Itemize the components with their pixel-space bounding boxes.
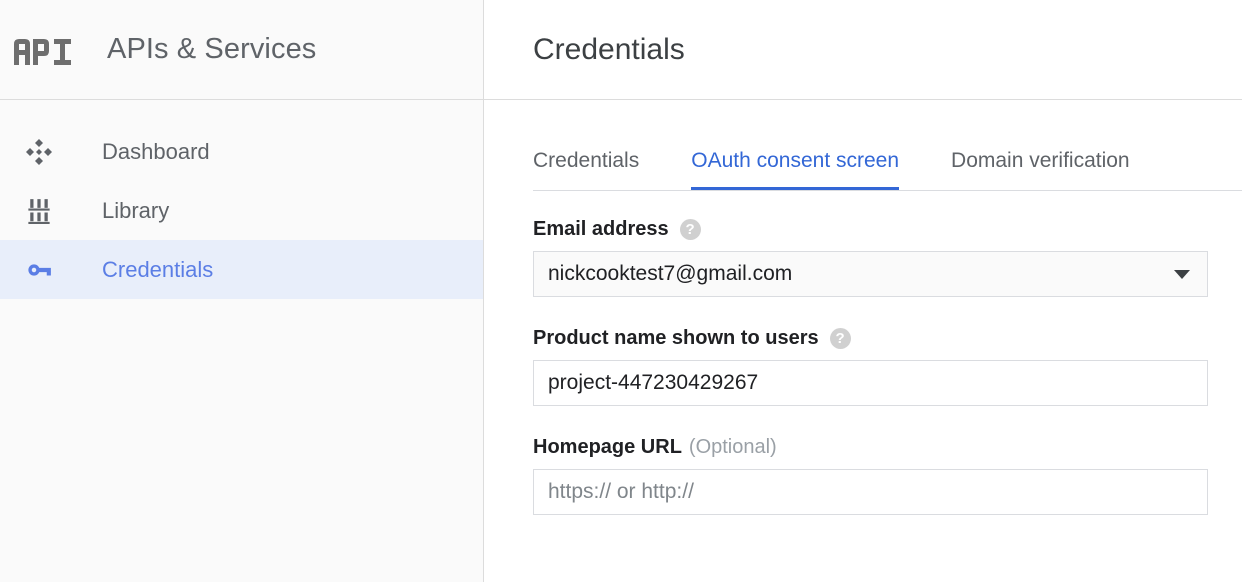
sidebar-nav: Dashboard	[0, 100, 483, 299]
field-email-address: Email address ? nickcooktest7@gmail.com	[533, 218, 1242, 297]
tabs-container: Credentials OAuth consent screen Domain …	[484, 100, 1242, 191]
product-name-input[interactable]: project-447230429267	[533, 360, 1208, 406]
sidebar-header: APIs & Services	[0, 0, 483, 100]
homepage-url-input[interactable]: https:// or http://	[533, 469, 1208, 515]
tab-label: Credentials	[533, 149, 639, 172]
field-label-row: Product name shown to users ?	[533, 327, 1242, 350]
sidebar-item-dashboard[interactable]: Dashboard	[0, 122, 483, 181]
field-product-name: Product name shown to users ? project-44…	[533, 327, 1242, 406]
homepage-url-optional-tag: (Optional)	[689, 436, 777, 459]
field-homepage-url: Homepage URL (Optional) https:// or http…	[533, 436, 1242, 515]
app-title: APIs & Services	[107, 33, 316, 66]
tab-label: Domain verification	[951, 149, 1130, 172]
field-label-row: Homepage URL (Optional)	[533, 436, 1242, 459]
help-icon[interactable]: ?	[830, 328, 851, 349]
sidebar-item-label: Credentials	[102, 257, 213, 283]
sidebar-item-library[interactable]: Library	[0, 181, 483, 240]
oauth-consent-form: Email address ? nickcooktest7@gmail.com …	[484, 191, 1242, 515]
email-address-value: nickcooktest7@gmail.com	[548, 262, 792, 286]
sidebar-item-label: Dashboard	[102, 139, 210, 165]
key-icon	[20, 255, 62, 285]
tab-label: OAuth consent screen	[691, 149, 899, 172]
chevron-down-icon	[1174, 270, 1190, 279]
content-header: Credentials	[484, 0, 1242, 100]
tab-oauth-consent-screen[interactable]: OAuth consent screen	[691, 149, 899, 190]
product-name-value: project-447230429267	[548, 371, 758, 395]
content-area: Credentials Credentials OAuth consent sc…	[484, 0, 1242, 582]
library-shelf-icon	[20, 196, 62, 226]
email-address-label: Email address	[533, 218, 669, 241]
email-address-select[interactable]: nickcooktest7@gmail.com	[533, 251, 1208, 297]
app-root: APIs & Services Dashboard	[0, 0, 1242, 582]
dashboard-diamond-icon	[20, 137, 62, 167]
sidebar-item-credentials[interactable]: Credentials	[0, 240, 483, 299]
product-name-label: Product name shown to users	[533, 327, 819, 350]
tab-domain-verification[interactable]: Domain verification	[951, 149, 1130, 190]
homepage-url-placeholder: https:// or http://	[548, 480, 694, 504]
field-label-row: Email address ?	[533, 218, 1242, 241]
spacer	[533, 297, 1242, 327]
page-title: Credentials	[533, 33, 685, 67]
sidebar: APIs & Services Dashboard	[0, 0, 484, 582]
sidebar-item-label: Library	[102, 198, 169, 224]
help-icon[interactable]: ?	[680, 219, 701, 240]
api-logo-icon	[8, 30, 78, 70]
tabs-divider	[533, 190, 1242, 191]
spacer	[533, 406, 1242, 436]
tab-credentials[interactable]: Credentials	[533, 149, 639, 190]
tab-list: Credentials OAuth consent screen Domain …	[484, 134, 1242, 190]
homepage-url-label: Homepage URL	[533, 436, 682, 459]
